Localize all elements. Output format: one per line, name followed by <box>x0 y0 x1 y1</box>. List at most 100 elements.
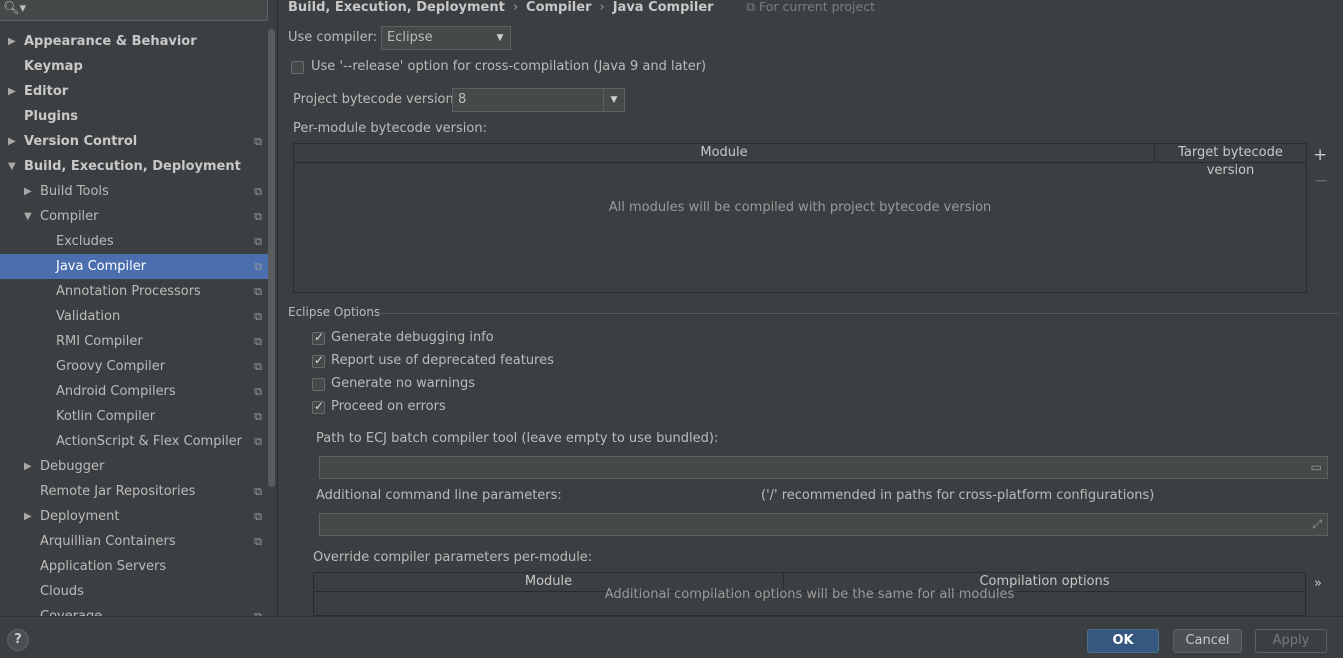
sidebar-item-kotlin-compiler[interactable]: Kotlin Compiler ⧉ <box>0 404 268 429</box>
ecj-path-field[interactable]: ▭ <box>319 456 1328 479</box>
chevron-right-icon[interactable]: ▶ <box>24 504 32 529</box>
column-header-module[interactable]: Module <box>294 144 1155 162</box>
sidebar-item-arquillian-containers[interactable]: Arquillian Containers ⧉ <box>0 529 268 554</box>
sidebar-item-version-control[interactable]: ▶ Version Control ⧉ <box>0 129 268 154</box>
sidebar-item-label: Application Servers <box>40 559 167 574</box>
sidebar-item-plugins[interactable]: Plugins <box>0 104 268 129</box>
sidebar-item-rmi-compiler[interactable]: RMI Compiler ⧉ <box>0 329 268 354</box>
sidebar-item-label: Keymap <box>24 59 83 74</box>
search-input[interactable]: 🔍︎▾ <box>0 0 268 21</box>
chevron-down-icon: ▼ <box>496 33 504 43</box>
eclipse-option-checkbox[interactable]: ✓ <box>312 353 325 368</box>
breadcrumb-separator: › <box>512 0 519 15</box>
project-scope-icon: ⧉ <box>254 260 262 273</box>
sidebar-item-deployment[interactable]: ▶ Deployment ⧉ <box>0 504 268 529</box>
project-scope-icon: ⧉ <box>254 135 262 148</box>
sidebar-item-label: Build Tools <box>40 184 109 199</box>
cancel-button[interactable]: Cancel <box>1173 629 1242 653</box>
sidebar-item-remote-jar-repositories[interactable]: Remote Jar Repositories ⧉ <box>0 479 268 504</box>
chevron-right-icon[interactable]: ▶ <box>24 454 32 479</box>
chevron-right-icon[interactable]: ▶ <box>24 179 32 204</box>
sidebar-item-keymap[interactable]: Keymap <box>0 54 268 79</box>
expand-icon[interactable]: ⤢ <box>1312 517 1322 532</box>
more-options-button[interactable]: » <box>1314 576 1322 591</box>
eclipse-option-label: Proceed on errors <box>331 399 446 414</box>
sidebar-item-label: Plugins <box>24 109 78 124</box>
project-scope-icon: ⧉ <box>254 535 262 548</box>
sidebar-item-build-execution-deployment[interactable]: ▼ Build, Execution, Deployment <box>0 154 268 179</box>
sidebar-item-editor[interactable]: ▶ Editor <box>0 79 268 104</box>
folder-icon[interactable]: ▭ <box>1311 460 1322 474</box>
bytecode-version-label: Project bytecode version: <box>293 92 459 107</box>
chevron-down-icon: ▼ <box>603 89 624 111</box>
column-header-target-bytecode[interactable]: Target bytecode version <box>1155 144 1306 178</box>
sidebar-item-actionscript-flex-compiler[interactable]: ActionScript & Flex Compiler ⧉ <box>0 429 268 454</box>
table-empty-text: Additional compilation options will be t… <box>604 587 1015 602</box>
chevron-down-icon[interactable]: ▼ <box>24 204 32 229</box>
remove-module-button[interactable]: − <box>1314 171 1328 191</box>
sidebar-item-compiler[interactable]: ▼ Compiler ⧉ <box>0 204 268 229</box>
group-divider <box>375 313 1339 314</box>
sidebar-item-label: Remote Jar Repositories <box>40 484 196 499</box>
sidebar-item-label: Version Control <box>24 134 138 149</box>
breadcrumb-separator: › <box>599 0 605 15</box>
sidebar-item-label: Debugger <box>40 459 105 474</box>
sidebar-item-label: Validation <box>56 309 121 324</box>
sidebar-scrollbar[interactable] <box>268 29 275 487</box>
release-option-checkbox[interactable] <box>291 61 304 74</box>
sidebar-item-label: Compiler <box>40 209 99 224</box>
cmd-params-hint: ('/' recommended in paths for cross-plat… <box>761 488 1155 503</box>
project-scope-icon: ⧉ <box>254 604 262 616</box>
project-scope-icon: ⧉ <box>254 185 262 198</box>
sidebar-item-android-compilers[interactable]: Android Compilers ⧉ <box>0 379 268 404</box>
sidebar-item-label: RMI Compiler <box>56 334 143 349</box>
chevron-right-icon[interactable]: ▶ <box>8 129 16 154</box>
sidebar-item-label: Coverage <box>40 604 102 616</box>
scope-label: For current project <box>759 0 875 14</box>
sidebar-item-build-tools[interactable]: ▶ Build Tools ⧉ <box>0 179 268 204</box>
breadcrumb-part: Compiler <box>526 0 592 15</box>
project-scope-icon: ⧉ <box>254 310 262 323</box>
eclipse-option-label: Generate no warnings <box>331 376 476 391</box>
chevron-right-icon[interactable]: ▶ <box>8 79 16 104</box>
sidebar-item-clouds[interactable]: Clouds <box>0 579 268 604</box>
add-module-button[interactable]: + <box>1313 145 1327 165</box>
project-scope-icon: ⧉ <box>746 0 756 14</box>
sidebar-item-validation[interactable]: Validation ⧉ <box>0 304 268 329</box>
table-header: Module Target bytecode version <box>294 144 1306 178</box>
sidebar-item-label: Deployment <box>40 509 120 524</box>
sidebar-item-coverage[interactable]: Coverage ⧉ <box>0 604 268 616</box>
sidebar-item-debugger[interactable]: ▶ Debugger <box>0 454 268 479</box>
cmd-params-label: Additional command line parameters: <box>316 488 562 503</box>
use-compiler-select[interactable]: Eclipse ▼ <box>381 26 511 50</box>
sidebar-item-label: Android Compilers <box>56 384 176 399</box>
project-scope-icon: ⧉ <box>254 210 262 223</box>
sidebar-item-appearance-behavior[interactable]: ▶ Appearance & Behavior <box>0 29 268 54</box>
settings-sidebar: 🔍︎▾ ▶ Appearance & Behavior Keymap ▶ Editor P… <box>0 0 278 616</box>
help-button[interactable]: ? <box>7 629 29 651</box>
eclipse-option-label: Generate debugging info <box>331 330 494 345</box>
chevron-right-icon[interactable]: ▶ <box>8 29 16 54</box>
eclipse-option-checkbox[interactable] <box>312 378 325 391</box>
sidebar-item-excludes[interactable]: Excludes ⧉ <box>0 229 268 254</box>
sidebar-item-label: Groovy Compiler <box>56 359 166 374</box>
project-scope-icon: ⧉ <box>254 510 262 523</box>
chevron-down-icon[interactable]: ▼ <box>8 154 16 179</box>
settings-tree: ▶ Appearance & Behavior Keymap ▶ Editor Plugi… <box>0 29 268 616</box>
breadcrumb: Build, Execution, Deployment › Compiler › Ja… <box>288 0 875 16</box>
sidebar-item-groovy-compiler[interactable]: Groovy Compiler ⧉ <box>0 354 268 379</box>
check-icon: ✓ <box>314 399 325 413</box>
sidebar-item-label: Java Compiler <box>56 259 147 274</box>
eclipse-option-checkbox[interactable]: ✓ <box>312 330 325 345</box>
ok-button[interactable]: OK <box>1087 629 1159 653</box>
sidebar-item-annotation-processors[interactable]: Annotation Processors ⧉ <box>0 279 268 304</box>
sidebar-item-application-servers[interactable]: Application Servers <box>0 554 268 579</box>
apply-button[interactable]: Apply <box>1255 629 1327 653</box>
cmd-params-field[interactable]: ⤢ <box>319 513 1328 536</box>
sidebar-item-java-compiler[interactable]: Java Compiler ⧉ <box>0 254 268 279</box>
bytecode-version-select[interactable]: 8 ▼ <box>452 88 625 112</box>
sidebar-item-label: Editor <box>24 84 69 99</box>
check-icon: ✓ <box>314 330 325 344</box>
override-table: Module Compilation options Additional co… <box>313 572 1306 616</box>
eclipse-option-checkbox[interactable]: ✓ <box>312 399 325 414</box>
